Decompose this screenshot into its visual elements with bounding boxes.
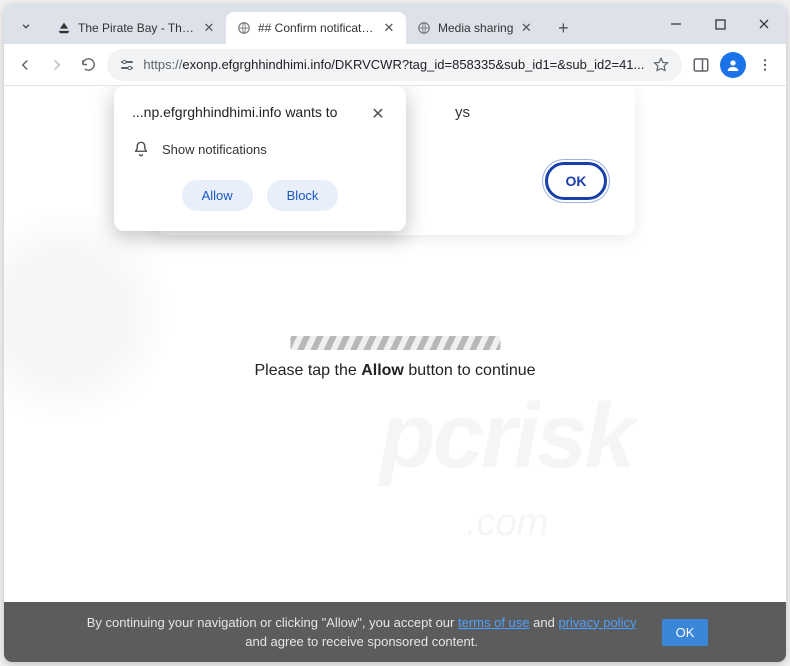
consent-ok-button[interactable]: OK xyxy=(662,619,709,646)
minimize-button[interactable] xyxy=(654,8,698,40)
loading-bar xyxy=(290,336,500,350)
center-text: Please tap the Allow button to continue xyxy=(254,362,535,380)
tab-pirate-bay[interactable]: The Pirate Bay - The gal... ✕ xyxy=(46,12,226,44)
sidepanel-icon xyxy=(692,56,710,74)
site-settings-icon[interactable] xyxy=(119,57,135,73)
permission-close-button[interactable]: ✕ xyxy=(368,104,388,124)
favicon-ship-icon xyxy=(56,20,72,36)
new-tab-button[interactable]: + xyxy=(549,14,577,42)
address-bar[interactable]: https://exonp.efgrghhindhimi.info/DKRVCW… xyxy=(107,49,682,81)
forward-button[interactable] xyxy=(44,49,70,81)
center-message: Please tap the Allow button to continue xyxy=(254,336,535,380)
window-controls xyxy=(654,4,786,44)
block-button[interactable]: Block xyxy=(267,180,339,211)
permission-origin-text: ...np.efgrghhindhimi.info wants to xyxy=(132,104,337,120)
reload-button[interactable] xyxy=(76,49,102,81)
maximize-icon xyxy=(715,19,726,30)
profile-button[interactable] xyxy=(720,49,746,81)
page-dialog-ok-button[interactable]: OK xyxy=(545,162,607,200)
bookmark-star-icon[interactable] xyxy=(652,56,670,74)
kebab-menu-icon xyxy=(757,57,773,73)
menu-button[interactable] xyxy=(752,49,778,81)
tab-title: The Pirate Bay - The gal... xyxy=(78,21,196,35)
arrow-left-icon xyxy=(16,56,34,74)
allow-label: Allow xyxy=(202,188,233,203)
watermark-circle xyxy=(4,206,174,426)
close-icon xyxy=(758,18,770,30)
tab-search-button[interactable] xyxy=(12,12,40,40)
maximize-button[interactable] xyxy=(698,8,742,40)
back-button[interactable] xyxy=(12,49,38,81)
tab-confirm-notifications[interactable]: ## Confirm notifications ✕ xyxy=(226,12,406,44)
bell-icon xyxy=(132,140,150,158)
page-dialog-ok-label: OK xyxy=(566,173,587,189)
permission-body-text: Show notifications xyxy=(162,142,267,157)
consent-text: By continuing your navigation or clickin… xyxy=(82,613,642,652)
arrow-right-icon xyxy=(48,56,66,74)
reload-icon xyxy=(80,56,97,73)
tab-media-sharing[interactable]: Media sharing ✕ xyxy=(406,12,543,44)
browser-window: The Pirate Bay - The gal... ✕ ## Confirm… xyxy=(4,4,786,662)
watermark-text-small: .com xyxy=(466,502,726,562)
avatar-icon xyxy=(720,52,746,78)
tab-close-button[interactable]: ✕ xyxy=(382,21,396,35)
page-dialog-trailing-text: ys xyxy=(455,104,470,121)
consent-ok-label: OK xyxy=(676,625,695,640)
tab-close-button[interactable]: ✕ xyxy=(519,21,533,35)
tab-title: ## Confirm notifications xyxy=(258,21,376,35)
consent-bar: By continuing your navigation or clickin… xyxy=(4,602,786,662)
allow-button[interactable]: Allow xyxy=(182,180,253,211)
page-content: pcrisk .com . ys OK ...np.efgrghhindhimi… xyxy=(4,86,786,662)
extensions-button[interactable] xyxy=(688,49,714,81)
notification-permission-popup: ...np.efgrghhindhimi.info wants to ✕ Sho… xyxy=(114,86,406,231)
favicon-globe-icon xyxy=(416,20,432,36)
tab-title: Media sharing xyxy=(438,21,513,35)
address-text: https://exonp.efgrghhindhimi.info/DKRVCW… xyxy=(143,57,644,72)
minimize-icon xyxy=(670,18,682,30)
terms-of-use-link[interactable]: terms of use xyxy=(458,615,530,630)
privacy-policy-link[interactable]: privacy policy xyxy=(558,615,636,630)
toolbar: https://exonp.efgrghhindhimi.info/DKRVCW… xyxy=(4,44,786,86)
block-label: Block xyxy=(287,188,319,203)
close-window-button[interactable] xyxy=(742,8,786,40)
chevron-down-icon xyxy=(19,19,33,33)
favicon-globe-icon xyxy=(236,20,252,36)
tab-bar: The Pirate Bay - The gal... ✕ ## Confirm… xyxy=(4,4,786,44)
tab-close-button[interactable]: ✕ xyxy=(202,21,216,35)
